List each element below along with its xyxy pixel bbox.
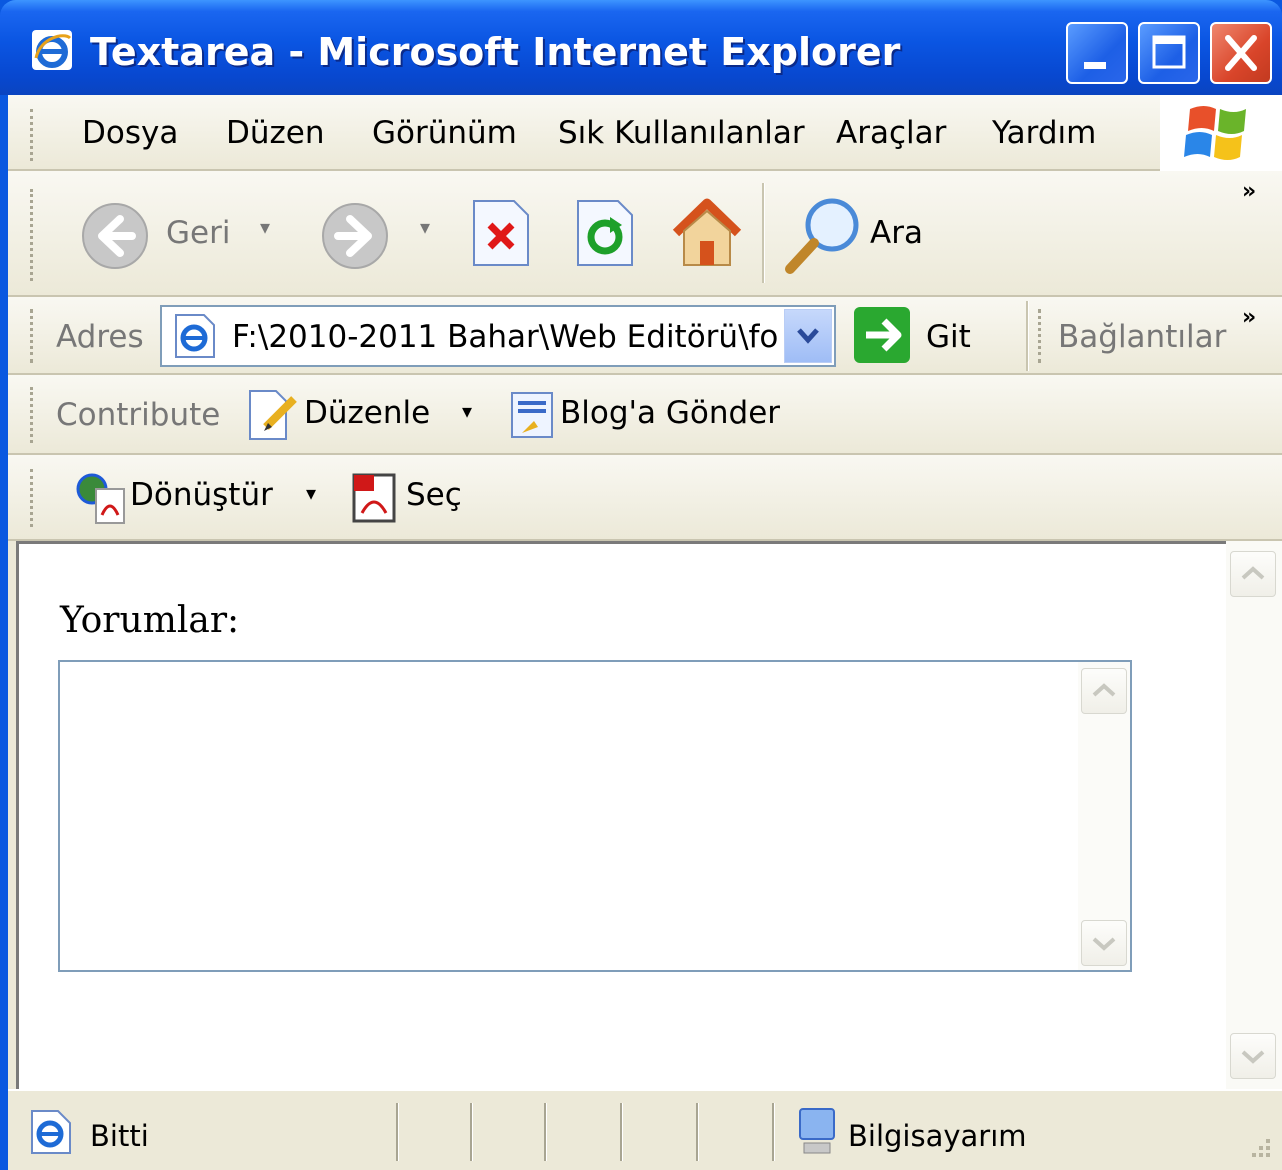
status-divider (396, 1103, 399, 1161)
links-grip[interactable] (1038, 309, 1046, 363)
address-input[interactable]: F:\2010-2011 Bahar\Web Editörü\fo (160, 305, 836, 367)
menu-favorites[interactable]: Sık Kullanılanlar (558, 115, 805, 151)
page-icon (175, 314, 215, 358)
textarea-scroll-up-button[interactable] (1081, 668, 1127, 714)
windows-flag-icon (1184, 106, 1246, 160)
links-more-icon[interactable]: » (1242, 305, 1256, 330)
toolbar-grip[interactable] (30, 309, 38, 363)
page-status-icon (31, 1110, 71, 1154)
menu-bar: Dosya Düzen Görünüm Sık Kullanılanlar Ar… (8, 95, 1282, 171)
status-divider (620, 1103, 623, 1161)
resize-grip-icon[interactable] (1248, 1135, 1274, 1161)
standard-toolbar: Geri ▾ ▾ Ara » (8, 171, 1282, 297)
edit-label[interactable]: Düzenle (304, 395, 430, 431)
convert-label[interactable]: Dönüştür (130, 477, 273, 513)
menu-gorunum[interactable]: Görünüm (372, 115, 517, 151)
address-value[interactable]: F:\2010-2011 Bahar\Web Editörü\fo (232, 319, 778, 355)
title-bar[interactable]: Textarea - Microsoft Internet Explorer (0, 0, 1282, 95)
status-divider (470, 1103, 473, 1161)
chevron-down-icon (1241, 1050, 1265, 1064)
textarea-scroll-down-button[interactable] (1081, 920, 1127, 966)
back-label[interactable]: Geri (166, 215, 230, 251)
address-label: Adres (56, 319, 144, 355)
status-bar: Bitti Bilgisayarım (8, 1089, 1282, 1170)
address-bar: Adres F:\2010-2011 Bahar\Web Editörü\fo … (8, 297, 1282, 375)
chevron-up-icon (1092, 683, 1116, 697)
comments-textarea[interactable] (58, 660, 1132, 972)
go-label[interactable]: Git (926, 319, 971, 355)
edit-pencil-icon[interactable] (246, 387, 304, 445)
chevron-down-icon (1092, 937, 1116, 951)
contribute-toolbar: Contribute Düzenle ▾ Blog'a Gönder (8, 375, 1282, 455)
toolbar-separator (1026, 301, 1029, 371)
chevron-up-icon (1241, 566, 1265, 580)
status-divider (772, 1103, 775, 1161)
window-title: Textarea - Microsoft Internet Explorer (90, 30, 901, 74)
status-divider (696, 1103, 699, 1161)
minimize-button[interactable] (1066, 22, 1128, 84)
toolbar-more-icon[interactable]: » (1242, 179, 1256, 204)
chevron-down-icon (797, 328, 819, 344)
toolbar-separator (762, 183, 765, 283)
menu-araclar[interactable]: Araçlar (836, 115, 946, 151)
menu-yardim[interactable]: Yardım (992, 115, 1096, 151)
maximize-button[interactable] (1138, 22, 1200, 84)
textarea-scrollbar[interactable] (1078, 662, 1130, 970)
ie-icon (32, 30, 72, 70)
status-divider (544, 1103, 547, 1161)
select-label[interactable]: Seç (406, 477, 462, 513)
browser-window: Textarea - Microsoft Internet Explorer D… (0, 0, 1282, 1170)
refresh-icon[interactable] (574, 199, 636, 267)
go-arrow-icon[interactable] (852, 305, 912, 365)
toolbar-grip[interactable] (30, 469, 38, 527)
maximize-icon (1152, 35, 1186, 69)
convert-dropdown-icon[interactable]: ▾ (306, 481, 316, 505)
edit-dropdown-icon[interactable]: ▾ (462, 399, 472, 423)
links-label[interactable]: Bağlantılar (1058, 319, 1226, 355)
forward-arrow-icon[interactable] (320, 201, 390, 271)
forward-dropdown-icon[interactable]: ▾ (420, 215, 430, 239)
pdf-toolbar: Dönüştür ▾ Seç (8, 455, 1282, 541)
home-icon[interactable] (668, 193, 746, 271)
status-text: Bitti (90, 1119, 149, 1153)
pdf-select-icon[interactable] (348, 469, 406, 527)
windows-logo (1160, 95, 1282, 171)
toolbar-grip[interactable] (30, 109, 38, 161)
page-scrollbar[interactable] (1226, 541, 1282, 1089)
address-dropdown-button[interactable] (784, 309, 832, 363)
close-icon (1225, 35, 1257, 71)
pdf-convert-icon[interactable] (74, 469, 132, 527)
comments-label: Yorumlar: (60, 600, 240, 641)
contribute-label: Contribute (56, 397, 221, 433)
menu-dosya[interactable]: Dosya (82, 115, 178, 151)
close-button[interactable] (1210, 22, 1272, 84)
back-arrow-icon[interactable] (80, 201, 150, 271)
search-label[interactable]: Ara (870, 215, 923, 251)
back-dropdown-icon[interactable]: ▾ (260, 215, 270, 239)
blog-post-icon[interactable] (508, 387, 564, 445)
toolbar-grip[interactable] (30, 189, 38, 281)
blog-label[interactable]: Blog'a Gönder (560, 395, 780, 431)
my-computer-icon (799, 1108, 835, 1154)
security-zone-text: Bilgisayarım (848, 1119, 1027, 1153)
minimize-icon (1084, 62, 1106, 69)
stop-icon[interactable] (470, 199, 532, 267)
menu-duzen[interactable]: Düzen (226, 115, 325, 151)
search-icon[interactable] (782, 193, 864, 275)
page-scroll-down-button[interactable] (1230, 1033, 1276, 1079)
page-scroll-up-button[interactable] (1230, 551, 1276, 597)
toolbar-grip[interactable] (30, 387, 38, 443)
